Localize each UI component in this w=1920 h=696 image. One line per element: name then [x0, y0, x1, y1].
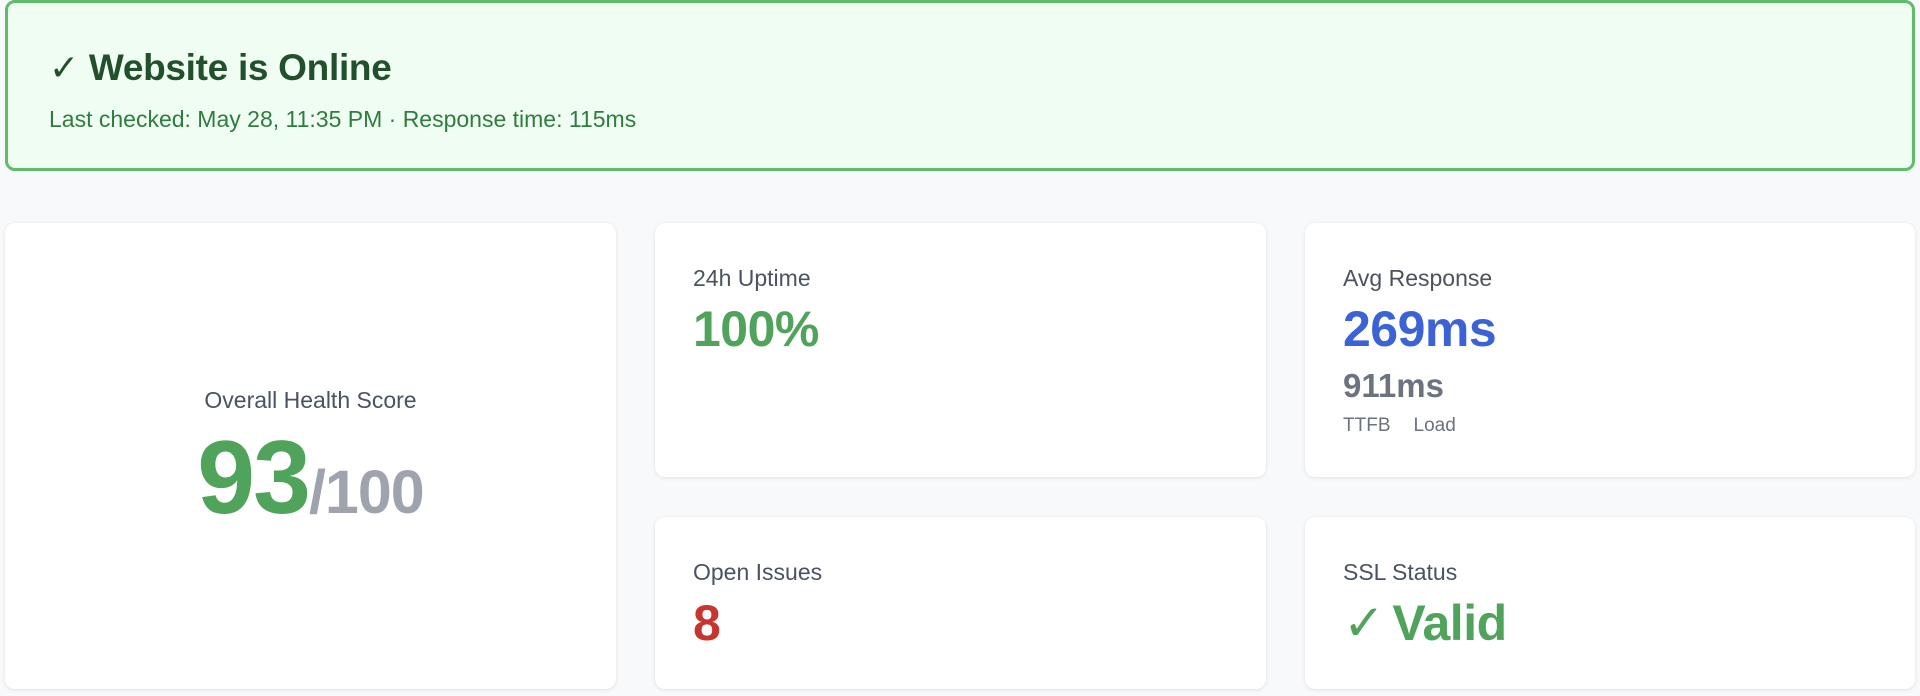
ssl-status-value-row: ✓ Valid: [1343, 596, 1507, 651]
status-banner: ✓ Website is Online Last checked: May 28…: [5, 0, 1915, 171]
ttfb-value: 269ms: [1343, 301, 1497, 357]
uptime-card: 24h Uptime 100%: [655, 223, 1266, 477]
uptime-label: 24h Uptime: [693, 265, 811, 291]
health-score-number: 93: [197, 420, 311, 536]
ssl-status-card: SSL Status ✓ Valid: [1305, 517, 1915, 689]
ssl-status-content: SSL Status ✓ Valid: [1343, 559, 1507, 651]
health-score-denominator: /100: [308, 458, 425, 526]
check-icon: ✓: [1343, 595, 1385, 651]
load-caption: Load: [1413, 415, 1456, 436]
load-value: 911ms: [1343, 367, 1444, 404]
open-issues-card: Open Issues 8: [655, 517, 1266, 689]
avg-response-label: Avg Response: [1343, 265, 1493, 291]
response-captions: TTFB Load: [1343, 415, 1496, 437]
ttfb-caption: TTFB: [1343, 415, 1391, 436]
dashboard-page: ✓ Website is Online Last checked: May 28…: [0, 0, 1920, 696]
open-issues-value: 8: [693, 595, 721, 651]
status-title: Website is Online: [88, 47, 392, 88]
health-score-label: Overall Health Score: [204, 387, 417, 413]
status-title-row: ✓ Website is Online: [49, 47, 1912, 89]
health-score-content: Overall Health Score 93/100: [5, 387, 616, 530]
ssl-status-label: SSL Status: [1343, 559, 1458, 585]
uptime-value: 100%: [693, 301, 819, 357]
health-score-value: 93/100: [5, 426, 616, 530]
avg-response-content: Avg Response 269ms 911ms TTFB Load: [1343, 265, 1497, 437]
health-score-card: Overall Health Score 93/100: [5, 223, 616, 689]
uptime-content: 24h Uptime 100%: [693, 265, 819, 357]
open-issues-label: Open Issues: [693, 559, 823, 585]
check-icon: ✓: [49, 47, 79, 88]
avg-response-card: Avg Response 269ms 911ms TTFB Load: [1305, 223, 1915, 477]
status-subtitle: Last checked: May 28, 11:35 PM · Respons…: [49, 106, 637, 132]
ssl-status-value: Valid: [1392, 595, 1507, 651]
open-issues-content: Open Issues 8: [693, 559, 822, 651]
